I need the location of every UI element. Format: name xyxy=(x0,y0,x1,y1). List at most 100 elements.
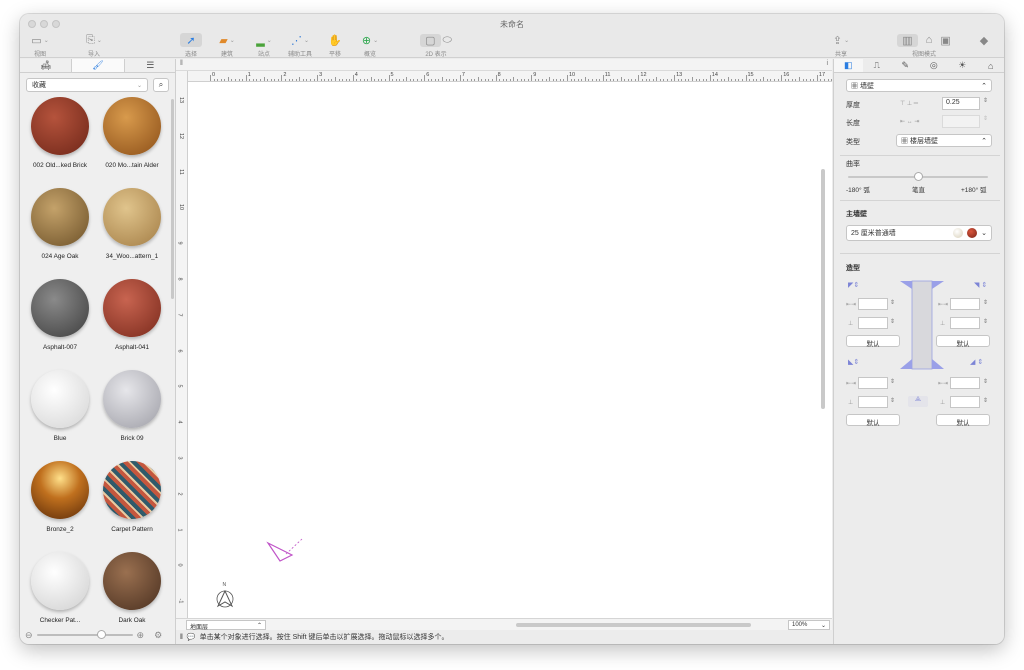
bottom-left-profile-icon[interactable]: ◣⇕ xyxy=(848,358,859,366)
top-left-height-input[interactable] xyxy=(858,317,888,329)
material-item[interactable]: 34_Woo...attern_1 xyxy=(96,188,168,260)
curvature-knob[interactable] xyxy=(914,172,923,181)
canvas-horizontal-scrollbar[interactable] xyxy=(516,623,751,627)
eraser-toolbar-button[interactable]: ◆ xyxy=(976,33,992,47)
top-right-profile-icon[interactable]: ◥ ⇕ xyxy=(974,281,987,289)
ruler-tick xyxy=(545,79,547,81)
thickness-input[interactable]: 0.25 xyxy=(942,97,980,110)
material-item[interactable]: 002 Old...ked Brick xyxy=(24,97,96,169)
bottom-right-profile-icon[interactable]: ◢ ⇕ xyxy=(970,358,983,366)
slider-knob[interactable] xyxy=(96,630,106,639)
info-icon[interactable]: i xyxy=(826,60,828,67)
ruler-tick xyxy=(638,75,640,81)
stepper[interactable]: ⇕ xyxy=(983,378,988,385)
guides-tool-button[interactable]: ⋰ ⌄ 辅助工具 xyxy=(286,33,314,59)
display-2d-toggle[interactable]: ▢ ⬭ 2D 表示 xyxy=(412,33,460,58)
bottom-right-height-input[interactable] xyxy=(950,396,980,408)
inner-material-swatch[interactable] xyxy=(953,228,964,238)
stepper[interactable]: ⇕ xyxy=(983,299,988,306)
split-view-icon[interactable]: ‖ xyxy=(180,60,183,67)
ruler-tick xyxy=(256,79,258,81)
panel-toggle-icon[interactable]: ‖ xyxy=(180,634,183,641)
canvas-bottom-bar: 地面层 ⌃ 100% ⌄ xyxy=(176,618,832,631)
ruler-tick xyxy=(795,79,797,81)
tab-light[interactable]: ☀ xyxy=(948,59,977,72)
length-label: 长度 xyxy=(846,120,860,127)
zoom-select[interactable]: 100% ⌄ xyxy=(788,620,830,630)
ruler-tick xyxy=(542,79,543,81)
link-profile-toggle[interactable]: ⟁ xyxy=(908,396,928,407)
ruler-tick xyxy=(317,75,319,81)
select-tool-button[interactable]: ➚ 选择 xyxy=(180,33,202,58)
material-item[interactable]: Asphalt-041 xyxy=(96,279,168,351)
material-item[interactable]: Checker Pat... xyxy=(24,552,96,624)
top-right-width-input[interactable] xyxy=(950,298,980,310)
curvature-slider[interactable] xyxy=(848,172,988,181)
curve-max-label: +180° 弧 xyxy=(961,187,987,194)
camera-marker[interactable] xyxy=(266,538,303,562)
tab-paint[interactable]: ✎ xyxy=(891,59,920,72)
material-item[interactable]: Blue xyxy=(24,370,96,442)
tab-list[interactable]: ☰ xyxy=(125,59,176,72)
bottom-right-default-button[interactable]: 默认 xyxy=(936,414,990,427)
align-center-icon[interactable]: ⊤ ⊥ ═ xyxy=(900,100,918,107)
bottom-right-width-input[interactable] xyxy=(950,377,980,389)
thumbnail-size-slider[interactable] xyxy=(36,630,133,639)
outer-material-swatch[interactable] xyxy=(967,228,978,238)
inspector-tabs: ◧ ⎍ ✎ ◎ ☀ ⌂ xyxy=(834,59,1004,73)
object-type-select[interactable]: ▦ 墙壁 ⌃ xyxy=(846,79,992,92)
view-mode-control[interactable]: ▥ ⌂ ▣ 视图模式 xyxy=(882,33,966,58)
view-toolbar-button[interactable]: ▭ ⌄ 视图 xyxy=(28,33,52,59)
layer-select[interactable]: 地面层 ⌃ xyxy=(186,620,266,631)
material-item[interactable]: Bronze_2 xyxy=(24,461,96,533)
compass-icon[interactable]: N xyxy=(216,582,234,608)
ruler-tick-label: 2 xyxy=(176,492,183,496)
top-right-default-button[interactable]: 默认 xyxy=(936,335,990,348)
bottom-left-width-input[interactable] xyxy=(858,377,888,389)
gear-icon[interactable]: ⚙ xyxy=(154,630,162,641)
tab-materials[interactable]: 🖌 xyxy=(71,59,125,72)
plan-drawing-surface[interactable]: N xyxy=(188,83,820,618)
walkthrough-mode-icon: ▣ xyxy=(940,34,951,47)
ruler-tick xyxy=(445,79,447,81)
library-scrollbar[interactable] xyxy=(171,99,174,299)
bottom-left-default-button[interactable]: 默认 xyxy=(846,414,900,427)
wall-kind-select[interactable]: ▦ 楼层墙壁 ⌃ xyxy=(896,134,992,147)
zoom-out-icon[interactable]: ⊖ xyxy=(25,630,33,641)
pan-tool-button[interactable]: ✋ 平移 xyxy=(325,33,345,59)
tab-building[interactable]: ⌂ xyxy=(977,59,1005,72)
stepper[interactable]: ⇕ xyxy=(890,299,895,306)
main-wall-select[interactable]: 25 厘米普通墙 ⌄ xyxy=(846,225,992,241)
zoom-tool-button[interactable]: ⊕ ⌄ 概览 xyxy=(358,33,382,59)
top-left-default-button[interactable]: 默认 xyxy=(846,335,900,348)
terrain-tool-button[interactable]: ▂ ⌄ 站点 xyxy=(250,33,278,59)
ruler-tick-label: 9 xyxy=(533,72,537,78)
bottom-left-height-input[interactable] xyxy=(858,396,888,408)
stepper[interactable]: ⇕ xyxy=(890,318,895,325)
material-item[interactable]: 020 Mo...tain Alder xyxy=(96,97,168,169)
material-item[interactable]: Brick 09 xyxy=(96,370,168,442)
tab-object[interactable]: ◧ xyxy=(834,59,863,72)
tab-furniture[interactable]: 🛋 xyxy=(20,59,71,72)
stepper[interactable]: ⇕ xyxy=(983,318,988,325)
share-toolbar-button[interactable]: ⇪ ⌄ 共享 xyxy=(830,33,852,59)
stepper[interactable]: ⇕ xyxy=(890,378,895,385)
material-item[interactable]: Carpet Pattern xyxy=(96,461,168,533)
top-left-profile-icon[interactable]: ◤⇕ xyxy=(848,281,859,289)
zoom-in-icon[interactable]: ⊕ xyxy=(137,630,145,641)
top-right-height-input[interactable] xyxy=(950,317,980,329)
search-button[interactable]: ⌕ xyxy=(153,78,169,92)
material-item[interactable]: Asphalt-007 xyxy=(24,279,96,351)
thickness-stepper[interactable]: ⇕ xyxy=(983,97,988,104)
tab-camera[interactable]: ◎ xyxy=(920,59,949,72)
tab-stamp[interactable]: ⎍ xyxy=(863,59,892,72)
import-toolbar-button[interactable]: ⎘ ⌄ 导入 xyxy=(82,33,106,59)
canvas-vertical-scrollbar[interactable] xyxy=(821,169,825,409)
stepper[interactable]: ⇕ xyxy=(890,397,895,404)
stepper[interactable]: ⇕ xyxy=(983,397,988,404)
top-left-width-input[interactable] xyxy=(858,298,888,310)
material-item[interactable]: Dark Oak xyxy=(96,552,168,624)
build-tool-button[interactable]: ▰ ⌄ 建筑 xyxy=(215,33,239,59)
collection-select[interactable]: 收藏 ⌄ xyxy=(26,78,148,92)
material-item[interactable]: 024 Age Oak xyxy=(24,188,96,260)
